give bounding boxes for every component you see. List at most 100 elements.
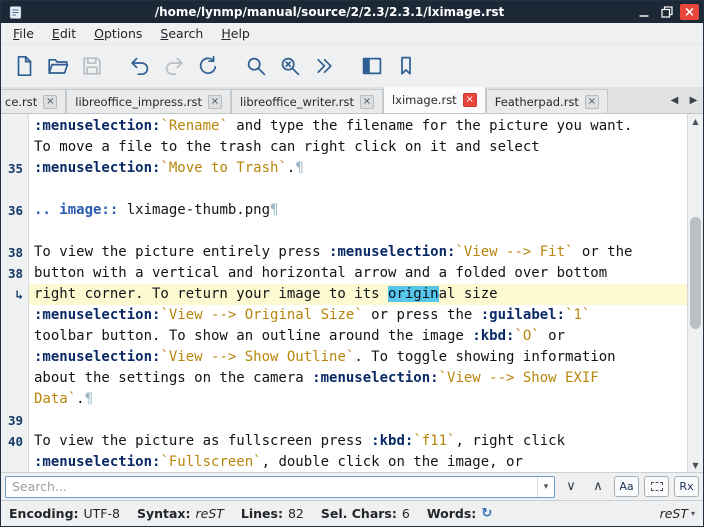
vertical-scrollbar[interactable]: ▲ ▼ — [687, 114, 703, 472]
editor-line[interactable] — [29, 221, 687, 242]
editor-line[interactable]: .. image:: lximage-thumb.png¶ — [29, 200, 687, 221]
menu-edit[interactable]: Edit — [44, 24, 84, 43]
rst-directive: .. image:: — [34, 202, 118, 218]
scrollbar-track[interactable] — [688, 128, 703, 458]
editor-line-current[interactable]: right corner. To return your image to it… — [29, 284, 687, 305]
status-lines: Lines:82 — [241, 506, 304, 521]
bookmark-button[interactable] — [391, 50, 421, 82]
text-run: right corner. To return your image to it… — [34, 286, 388, 302]
line-number: 38 — [1, 242, 28, 263]
editor-line[interactable]: :menuselection:`Rename` and type the fil… — [29, 116, 687, 137]
editor-line[interactable]: Data`.¶ — [29, 389, 687, 410]
whole-word-button[interactable] — [644, 476, 669, 497]
status-syntax: Syntax: reST — [137, 506, 224, 521]
editor-line[interactable]: :menuselection:`Move to Trash`.¶ — [29, 158, 687, 179]
search-input[interactable] — [6, 477, 537, 497]
find-next-button[interactable]: ∨ — [560, 476, 582, 498]
editor-line[interactable]: To view the picture as fullscreen press … — [29, 431, 687, 452]
scrollbar-thumb[interactable] — [690, 217, 701, 329]
tab-libreoffice-writer-rst[interactable]: libreoffice_writer.rst× — [231, 89, 383, 113]
status-encoding: Encoding:UTF-8 — [9, 506, 120, 521]
editor-line[interactable] — [29, 179, 687, 200]
scroll-up-icon[interactable]: ▲ — [688, 114, 703, 128]
text-area[interactable]: :menuselection:`Rename` and type the fil… — [29, 114, 687, 472]
editor-line[interactable]: :menuselection:`View --> Show Outline`. … — [29, 347, 687, 368]
titlebar[interactable]: /home/lynmp/manual/source/2/2.3/2.3.1/lx… — [1, 1, 703, 23]
close-button[interactable]: × — [680, 4, 699, 20]
gutter-cell-empty — [1, 179, 28, 200]
side-pane-button[interactable] — [357, 50, 387, 82]
scroll-down-icon[interactable]: ▼ — [688, 458, 703, 472]
tab-close-icon[interactable]: × — [43, 95, 57, 109]
find-previous-button[interactable]: ∧ — [587, 476, 609, 498]
pilcrow-mark: ¶ — [270, 202, 278, 218]
tab-close-icon[interactable]: × — [360, 95, 374, 109]
status-field-label: Lines: — [241, 506, 283, 521]
tab-ce-rst[interactable]: ce.rst× — [1, 89, 66, 113]
rst-role: :kbd: — [371, 433, 413, 449]
close-icon: × — [684, 6, 695, 19]
search-bar: ▾ ∨∧Aa Rx — [1, 472, 703, 500]
tab-libreoffice-impress-rst[interactable]: libreoffice_impress.rst× — [66, 89, 231, 113]
app-icon — [5, 5, 25, 20]
find-replace-button[interactable] — [275, 50, 305, 82]
editor-line[interactable]: toolbar button. To show an outline aroun… — [29, 326, 687, 347]
regex-button[interactable]: Rx — [674, 476, 699, 497]
undo-icon — [128, 54, 152, 78]
status-field-value: reST — [196, 506, 224, 521]
gutter-cell-empty — [1, 221, 28, 242]
text-run: or — [540, 328, 565, 344]
pilcrow-mark: ¶ — [85, 391, 93, 407]
undo-button[interactable] — [125, 50, 155, 82]
search-button[interactable] — [241, 50, 271, 82]
redo-button[interactable] — [159, 50, 189, 82]
editor-line[interactable] — [29, 410, 687, 431]
word-count-refresh-icon[interactable]: ↻ — [481, 506, 492, 521]
jump-to-icon — [312, 54, 336, 78]
menu-search[interactable]: Search — [152, 24, 211, 43]
restore-button[interactable] — [657, 4, 677, 21]
status-words: Words:↻ — [427, 506, 492, 521]
rst-role: :menuselection: — [34, 118, 160, 134]
editor-line[interactable]: To view the picture entirely press :menu… — [29, 242, 687, 263]
minimize-button[interactable] — [634, 4, 654, 21]
open-file-button[interactable] — [43, 50, 73, 82]
jump-to-button[interactable] — [309, 50, 339, 82]
text-run: , double click on the image, or — [262, 454, 523, 470]
search-history-dropdown-icon[interactable]: ▾ — [537, 477, 554, 497]
text-run: toolbar button. To show an outline aroun… — [34, 328, 472, 344]
editor-line[interactable]: button with a vertical and horizontal ar… — [29, 263, 687, 284]
reload-button[interactable] — [193, 50, 223, 82]
editor[interactable]: 35363838↳3940 :menuselection:`Rename` an… — [1, 114, 703, 472]
tab-lximage-rst[interactable]: lximage.rst× — [383, 87, 486, 113]
editor-line[interactable]: To move a file to the trash can right cl… — [29, 137, 687, 158]
syntax-indicator[interactable]: reST ▾ — [660, 506, 695, 521]
editor-line[interactable]: about the settings on the camera :menuse… — [29, 368, 687, 389]
tab-close-icon[interactable]: × — [585, 95, 599, 109]
tab-close-icon[interactable]: × — [208, 95, 222, 109]
new-document-button[interactable] — [9, 50, 39, 82]
menu-options[interactable]: Options — [86, 24, 150, 43]
line-number: 36 — [1, 200, 28, 221]
tab-label: Featherpad.rst — [495, 95, 579, 109]
search-input-container[interactable]: ▾ — [5, 476, 555, 498]
chevron-down-icon: ▾ — [691, 509, 695, 518]
rst-role: :kbd: — [472, 328, 514, 344]
save-file-button[interactable] — [77, 50, 107, 82]
editor-line[interactable]: :menuselection:`Fullscreen`, double clic… — [29, 452, 687, 472]
gutter-cell-empty — [1, 452, 28, 472]
tab-featherpad-rst[interactable]: Featherpad.rst × — [486, 89, 608, 113]
tab-close-icon[interactable]: × — [463, 93, 477, 107]
menu-file[interactable]: File — [5, 24, 42, 43]
menu-help[interactable]: Help — [213, 24, 258, 43]
text-run: al size — [439, 286, 498, 302]
scroll-tabs-right-icon[interactable]: ▶ — [687, 95, 700, 106]
match-case-button[interactable]: Aa — [614, 476, 639, 497]
scroll-tabs-left-icon[interactable]: ◀ — [668, 95, 681, 106]
search-icon — [244, 54, 268, 78]
featherpad-window: /home/lynmp/manual/source/2/2.3/2.3.1/lx… — [0, 0, 704, 527]
status-field-label: Syntax: — [137, 506, 191, 521]
text-run: or press the — [363, 307, 481, 323]
editor-line[interactable]: :menuselection:`View --> Original Size` … — [29, 305, 687, 326]
rst-literal: `f11` — [413, 433, 455, 449]
